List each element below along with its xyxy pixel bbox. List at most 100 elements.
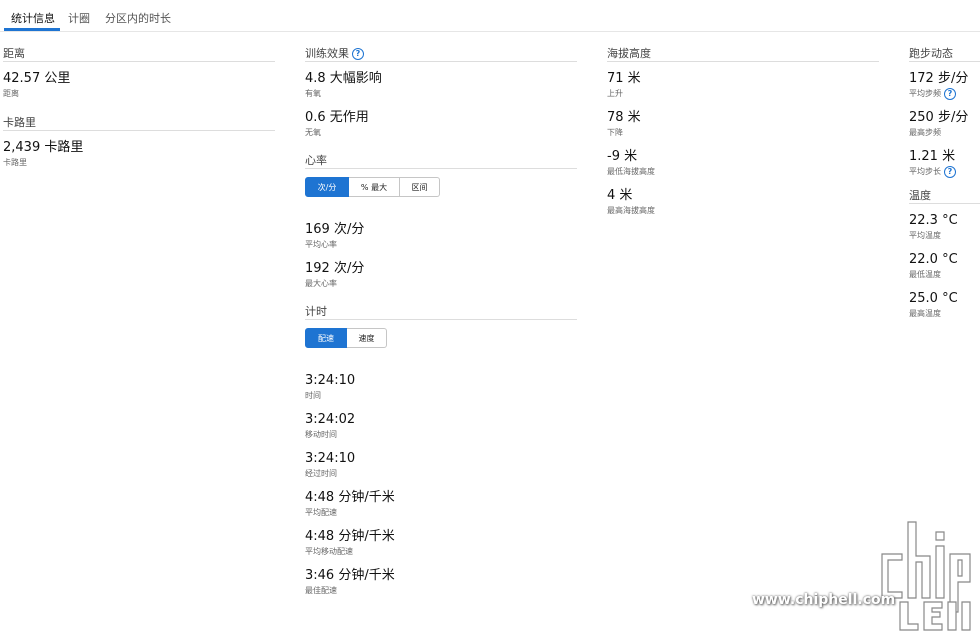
stat-item: 3:24:02 移动时间 <box>305 411 577 441</box>
stat-label: 平均移动配速 <box>305 547 353 556</box>
calories-title: 卡路里 <box>3 114 275 131</box>
chiphell-watermark: www.chiphell.com <box>752 518 980 636</box>
avg-heart-value: 169 次/分 <box>305 222 365 237</box>
stat-value: 25.0 °C <box>909 291 958 306</box>
stat-label: 最低温度 <box>909 270 941 279</box>
tab-laps[interactable]: 计圈 <box>68 10 90 26</box>
max-heart-value: 192 次/分 <box>305 261 365 276</box>
stat-item: 4 米最高海拔高度 <box>607 187 879 217</box>
stat-label: 上升 <box>607 89 623 98</box>
distance-label: 距离 <box>3 89 19 98</box>
stat-value: 250 步/分 <box>909 110 969 125</box>
stat-item: 4:48 分钟/千米平均配速 <box>305 489 577 519</box>
timing-section: 计时 配速 速度 3:24:10 时间 3:24:02 移动时间 3:24:10 经过时间… <box>305 303 577 597</box>
stat-value: 4:48 分钟/千米 <box>305 490 395 505</box>
stat-value: 78 米 <box>607 110 641 125</box>
elevation-list: 71 米上升 78 米下降 -9 米最低海拔高度 4 米最高海拔高度 <box>607 70 879 217</box>
dynamics-title: 跑步动态 <box>909 45 980 62</box>
max-heart-stat: 192 次/分 最大心率 <box>305 260 577 290</box>
stat-label: 平均配速 <box>305 508 337 517</box>
tab-stats[interactable]: 统计信息 <box>11 10 55 26</box>
stat-item: 71 米上升 <box>607 70 879 100</box>
stat-label: 平均温度 <box>909 231 941 240</box>
column-distance-calories: 距离 42.57 公里 距离 卡路里 2,439 卡路里 卡路里 <box>3 45 275 178</box>
heart-percent-max-button[interactable]: % 最大 <box>349 177 400 197</box>
help-icon[interactable]: ? <box>352 48 364 60</box>
anaerobic-label: 无氧 <box>305 128 321 137</box>
distance-section: 距离 42.57 公里 距离 <box>3 45 275 100</box>
distance-value: 42.57 公里 <box>3 71 71 86</box>
column-dynamics-temperature: 跑步动态 172 步/分 平均步频? 250 步/分 最高步频 1.21 米平均步长? … <box>909 45 980 329</box>
tab-bar: 统计信息 计圈 分区内的时长 <box>0 0 980 32</box>
avg-heart-stat: 169 次/分 平均心率 <box>305 221 577 251</box>
stat-value: 3:24:10 <box>305 451 356 466</box>
distance-title: 距离 <box>3 45 275 62</box>
column-elevation: 海拔高度 71 米上升 78 米下降 -9 米最低海拔高度 4 米最高海拔高度 <box>607 45 879 226</box>
stat-label: 最佳配速 <box>305 586 337 595</box>
calories-section: 卡路里 2,439 卡路里 卡路里 <box>3 114 275 169</box>
active-tab-indicator <box>4 28 60 31</box>
pace-button[interactable]: 配速 <box>305 328 347 348</box>
heart-title: 心率 <box>305 152 577 169</box>
stat-item: 25.0 °C 最高温度 <box>909 290 980 320</box>
elevation-title: 海拔高度 <box>607 45 879 62</box>
stat-item: 78 米下降 <box>607 109 879 139</box>
stat-value: 71 米 <box>607 71 641 86</box>
heart-bpm-button[interactable]: 次/分 <box>305 177 349 197</box>
stat-value: 172 步/分 <box>909 71 969 86</box>
stat-item: 172 步/分平均步频? <box>909 70 980 100</box>
avg-heart-label: 平均心率 <box>305 240 337 249</box>
stat-label: 最低海拔高度 <box>607 167 655 176</box>
stat-label: 移动时间 <box>305 430 337 439</box>
stat-label: 最高步频 <box>909 128 941 137</box>
stat-value: 3:24:02 <box>305 412 356 427</box>
column-training-heart-timing: 训练效果? 4.8 大幅影响 有氧 0.6 无作用 无氧 心率 次/分 % 最大… <box>305 45 577 606</box>
stat-value: 3:46 分钟/千米 <box>305 568 395 583</box>
heart-unit-toggle: 次/分 % 最大 区间 <box>305 177 577 197</box>
stat-value: 22.3 °C <box>909 213 958 228</box>
stat-label: 下降 <box>607 128 623 137</box>
dynamics-list: 172 步/分平均步频? 250 步/分最高步频 1.21 米平均步长? <box>909 70 980 178</box>
aerobic-value: 4.8 大幅影响 <box>305 71 382 86</box>
stat-label: 经过时间 <box>305 469 337 478</box>
stat-value: 22.0 °C <box>909 252 958 267</box>
stat-item: -9 米最低海拔高度 <box>607 148 879 178</box>
training-title: 训练效果? <box>305 45 577 62</box>
stat-label: 平均步长 <box>909 167 941 176</box>
speed-button[interactable]: 速度 <box>347 328 387 348</box>
aerobic-stat: 4.8 大幅影响 有氧 <box>305 70 577 100</box>
timing-unit-toggle: 配速 速度 <box>305 328 577 348</box>
stat-value: 4:48 分钟/千米 <box>305 529 395 544</box>
temperature-list: 22.3 °C 平均温度 22.0 °C 最低温度 25.0 °C 最高温度 <box>909 212 980 320</box>
stat-value: 1.21 米 <box>909 149 956 164</box>
stat-item: 3:46 分钟/千米最佳配速 <box>305 567 577 597</box>
stat-item: 4:48 分钟/千米平均移动配速 <box>305 528 577 558</box>
help-icon[interactable]: ? <box>944 165 956 178</box>
heart-zones-button[interactable]: 区间 <box>400 177 440 197</box>
stat-item: 3:24:10 时间 <box>305 372 577 402</box>
stat-item: 22.3 °C 平均温度 <box>909 212 980 242</box>
stat-label: 平均步频 <box>909 89 941 98</box>
calories-stat: 2,439 卡路里 卡路里 <box>3 139 275 169</box>
calories-value: 2,439 卡路里 <box>3 140 84 155</box>
tab-time-in-zones[interactable]: 分区内的时长 <box>105 10 171 26</box>
training-section: 训练效果? 4.8 大幅影响 有氧 0.6 无作用 无氧 <box>305 45 577 139</box>
training-title-text: 训练效果 <box>305 47 349 60</box>
watermark-url: www.chiphell.com <box>752 592 896 608</box>
stat-label: 时间 <box>305 391 321 400</box>
calories-label: 卡路里 <box>3 158 27 167</box>
stat-label: 最高温度 <box>909 309 941 318</box>
max-heart-label: 最大心率 <box>305 279 337 288</box>
anaerobic-value: 0.6 无作用 <box>305 110 369 125</box>
timing-list: 3:24:10 时间 3:24:02 移动时间 3:24:10 经过时间 4:48 分钟/千… <box>305 372 577 597</box>
help-icon[interactable]: ? <box>944 87 956 100</box>
stat-item: 3:24:10 经过时间 <box>305 450 577 480</box>
stat-value: 3:24:10 <box>305 373 356 388</box>
heart-section: 心率 次/分 % 最大 区间 169 次/分 平均心率 192 次/分 最大心率 <box>305 152 577 290</box>
stat-value: 4 米 <box>607 188 633 203</box>
temperature-section: 温度 22.3 °C 平均温度 22.0 °C 最低温度 25.0 °C 最高温度 <box>909 187 980 320</box>
stat-item: 250 步/分最高步频 <box>909 109 980 139</box>
anaerobic-stat: 0.6 无作用 无氧 <box>305 109 577 139</box>
stat-label: 最高海拔高度 <box>607 206 655 215</box>
stat-value: -9 米 <box>607 149 638 164</box>
